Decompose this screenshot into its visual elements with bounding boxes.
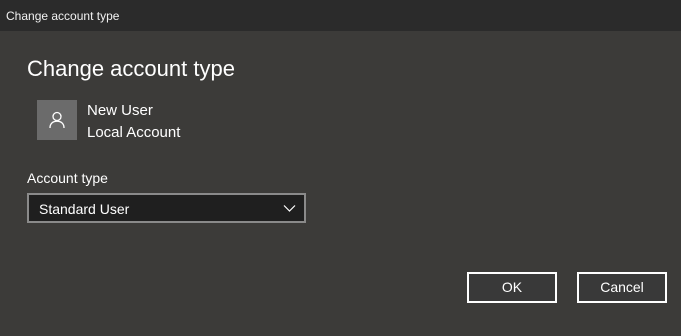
chevron-down-icon <box>283 205 296 212</box>
cancel-button[interactable]: Cancel <box>577 272 667 303</box>
title-bar: Change account type <box>0 0 681 31</box>
account-type-dropdown[interactable]: Standard User <box>27 193 306 223</box>
account-type-selected-value: Standard User <box>39 201 130 217</box>
change-account-type-dialog: Change account type Change account type … <box>0 0 681 336</box>
account-kind: Local Account <box>87 124 181 141</box>
user-name: New User <box>87 102 153 119</box>
ok-button[interactable]: OK <box>467 272 557 303</box>
account-type-label: Account type <box>27 170 108 186</box>
person-icon <box>49 111 65 129</box>
dialog-heading: Change account type <box>27 56 235 81</box>
avatar <box>37 100 77 140</box>
window-title: Change account type <box>6 9 120 23</box>
